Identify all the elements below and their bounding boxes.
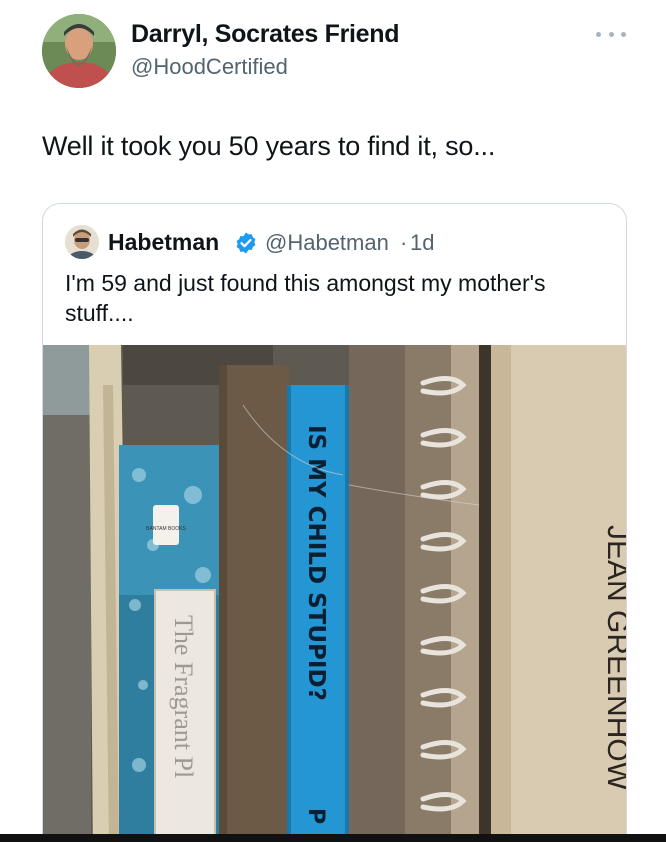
author-avatar[interactable] xyxy=(42,14,116,88)
book-title-fragrant: The Fragrant Pl xyxy=(169,615,198,778)
bottom-edge-bar xyxy=(0,834,666,842)
spine-author-greenhow: JEAN GREENHOW xyxy=(601,525,627,791)
spine-title-partial: P xyxy=(303,808,328,824)
publisher-label: BANTAM BOOKS xyxy=(146,526,186,532)
separator-dot: · xyxy=(400,230,408,255)
quoted-author-avatar[interactable] xyxy=(65,225,99,259)
quoted-photo[interactable]: BANTAM BOOKS The Fragrant Pl IS MY CHILD… xyxy=(43,345,627,842)
more-options-icon[interactable] xyxy=(596,24,626,44)
spine-title-stupid: IS MY CHILD STUPID? xyxy=(303,425,329,701)
verified-badge-icon xyxy=(236,232,256,254)
quoted-tweet[interactable]: Habetman @Habetman · 1d I'm 59 and just … xyxy=(42,203,627,842)
quoted-author-handle[interactable]: @Habetman xyxy=(265,230,389,256)
author-name[interactable]: Darryl, Socrates Friend xyxy=(131,20,400,49)
tweet-text: Well it took you 50 years to find it, so… xyxy=(42,131,496,161)
quoted-timestamp[interactable]: 1d xyxy=(410,230,434,256)
tweet: Darryl, Socrates Friend @HoodCertified W… xyxy=(0,0,666,842)
quoted-author-name[interactable]: Habetman xyxy=(108,229,219,256)
author-handle[interactable]: @HoodCertified xyxy=(131,54,288,80)
quoted-tweet-text: I'm 59 and just found this amongst my mo… xyxy=(65,270,546,326)
